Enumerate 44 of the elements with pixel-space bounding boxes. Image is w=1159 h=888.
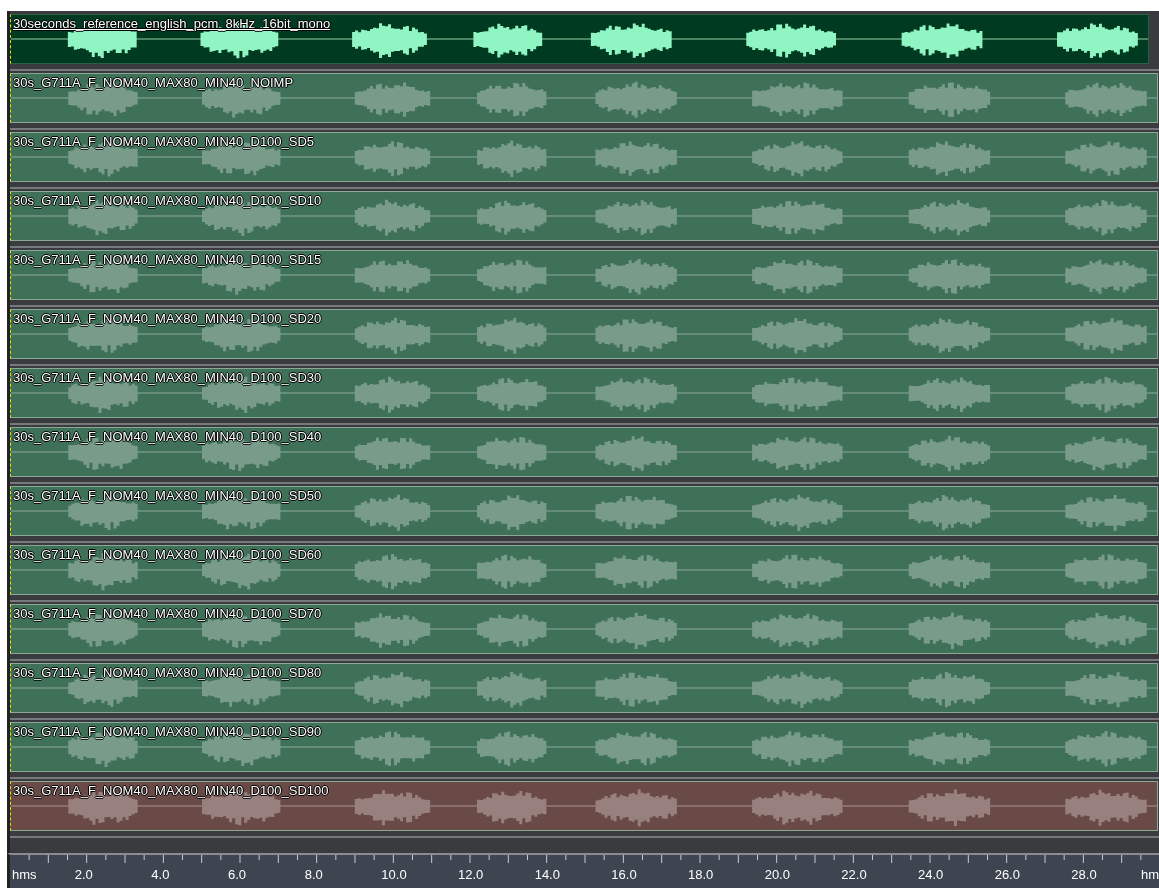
ruler-label: 28.0 [1071,867,1097,882]
ruler-label: 10.0 [381,867,407,882]
ruler-label: 18.0 [688,867,714,882]
audio-clip[interactable]: 30s_G711A_F_NOM40_MAX80_MIN40_D100_SD50 [10,486,1158,536]
ruler-label: 16.0 [611,867,637,882]
ruler-label: 22.0 [841,867,867,882]
ruler-unit: hms [12,867,37,882]
audio-clip[interactable]: 30s_G711A_F_NOM40_MAX80_MIN40_D100_SD15 [10,250,1158,300]
ruler-label: 2.0 [74,867,93,882]
ruler-label: 24.0 [918,867,944,882]
audio-clip[interactable]: 30s_G711A_F_NOM40_MAX80_MIN40_D100_SD30 [10,368,1158,418]
audio-clip[interactable]: 30seconds_reference_english_pcm_8kHz_16bit_mono [10,14,1149,64]
audio-clip[interactable]: 30s_G711A_F_NOM40_MAX80_MIN40_D100_SD60 [10,545,1158,595]
clip-title: 30s_G711A_F_NOM40_MAX80_MIN40_D100_SD100 [13,783,329,798]
ruler-label: 6.0 [228,867,247,882]
clip-title: 30s_G711A_F_NOM40_MAX80_MIN40_D100_SD60 [13,547,322,562]
clip-title: 30s_G711A_F_NOM40_MAX80_MIN40_D100_SD20 [13,311,322,326]
ruler-label: 8.0 [304,867,323,882]
clip-title: 30s_G711A_F_NOM40_MAX80_MIN40_NOIMP [13,75,294,90]
ruler-label: 20.0 [764,867,790,882]
ruler-label: 14.0 [534,867,560,882]
ruler-label: 12.0 [458,867,484,882]
audio-clip[interactable]: 30s_G711A_F_NOM40_MAX80_MIN40_D100_SD70 [10,604,1158,654]
clip-title: 30s_G711A_F_NOM40_MAX80_MIN40_D100_SD90 [13,724,322,739]
audio-clip[interactable]: 30s_G711A_F_NOM40_MAX80_MIN40_D100_SD5 [10,132,1158,182]
ruler-label: 26.0 [994,867,1020,882]
audio-clip[interactable]: 30s_G711A_F_NOM40_MAX80_MIN40_D100_SD90 [10,722,1158,772]
clip-title: 30s_G711A_F_NOM40_MAX80_MIN40_D100_SD40 [13,429,322,444]
ruler-unit: hm [1140,867,1159,882]
clip-title: 30s_G711A_F_NOM40_MAX80_MIN40_D100_SD30 [13,370,322,385]
audio-clip[interactable]: 30s_G711A_F_NOM40_MAX80_MIN40_D100_SD80 [10,663,1158,713]
ruler-label: 4.0 [151,867,170,882]
audio-clip[interactable]: 30s_G711A_F_NOM40_MAX80_MIN40_D100_SD100 [10,781,1158,831]
clip-title: 30s_G711A_F_NOM40_MAX80_MIN40_D100_SD80 [13,665,322,680]
clip-title: 30s_G711A_F_NOM40_MAX80_MIN40_D100_SD10 [13,193,322,208]
audio-clip[interactable]: 30s_G711A_F_NOM40_MAX80_MIN40_D100_SD40 [10,427,1158,477]
clip-title: 30s_G711A_F_NOM40_MAX80_MIN40_D100_SD50 [13,488,322,503]
clip-title: 30s_G711A_F_NOM40_MAX80_MIN40_D100_SD15 [13,252,322,267]
clip-title: 30seconds_reference_english_pcm_8kHz_16bit_mono [13,16,331,31]
audio-clip[interactable]: 30s_G711A_F_NOM40_MAX80_MIN40_NOIMP [10,73,1158,123]
clip-title: 30s_G711A_F_NOM40_MAX80_MIN40_D100_SD70 [13,606,322,621]
audio-clip[interactable]: 30s_G711A_F_NOM40_MAX80_MIN40_D100_SD10 [10,191,1158,241]
audio-clip[interactable]: 30s_G711A_F_NOM40_MAX80_MIN40_D100_SD20 [10,309,1158,359]
clip-title: 30s_G711A_F_NOM40_MAX80_MIN40_D100_SD5 [13,134,315,149]
